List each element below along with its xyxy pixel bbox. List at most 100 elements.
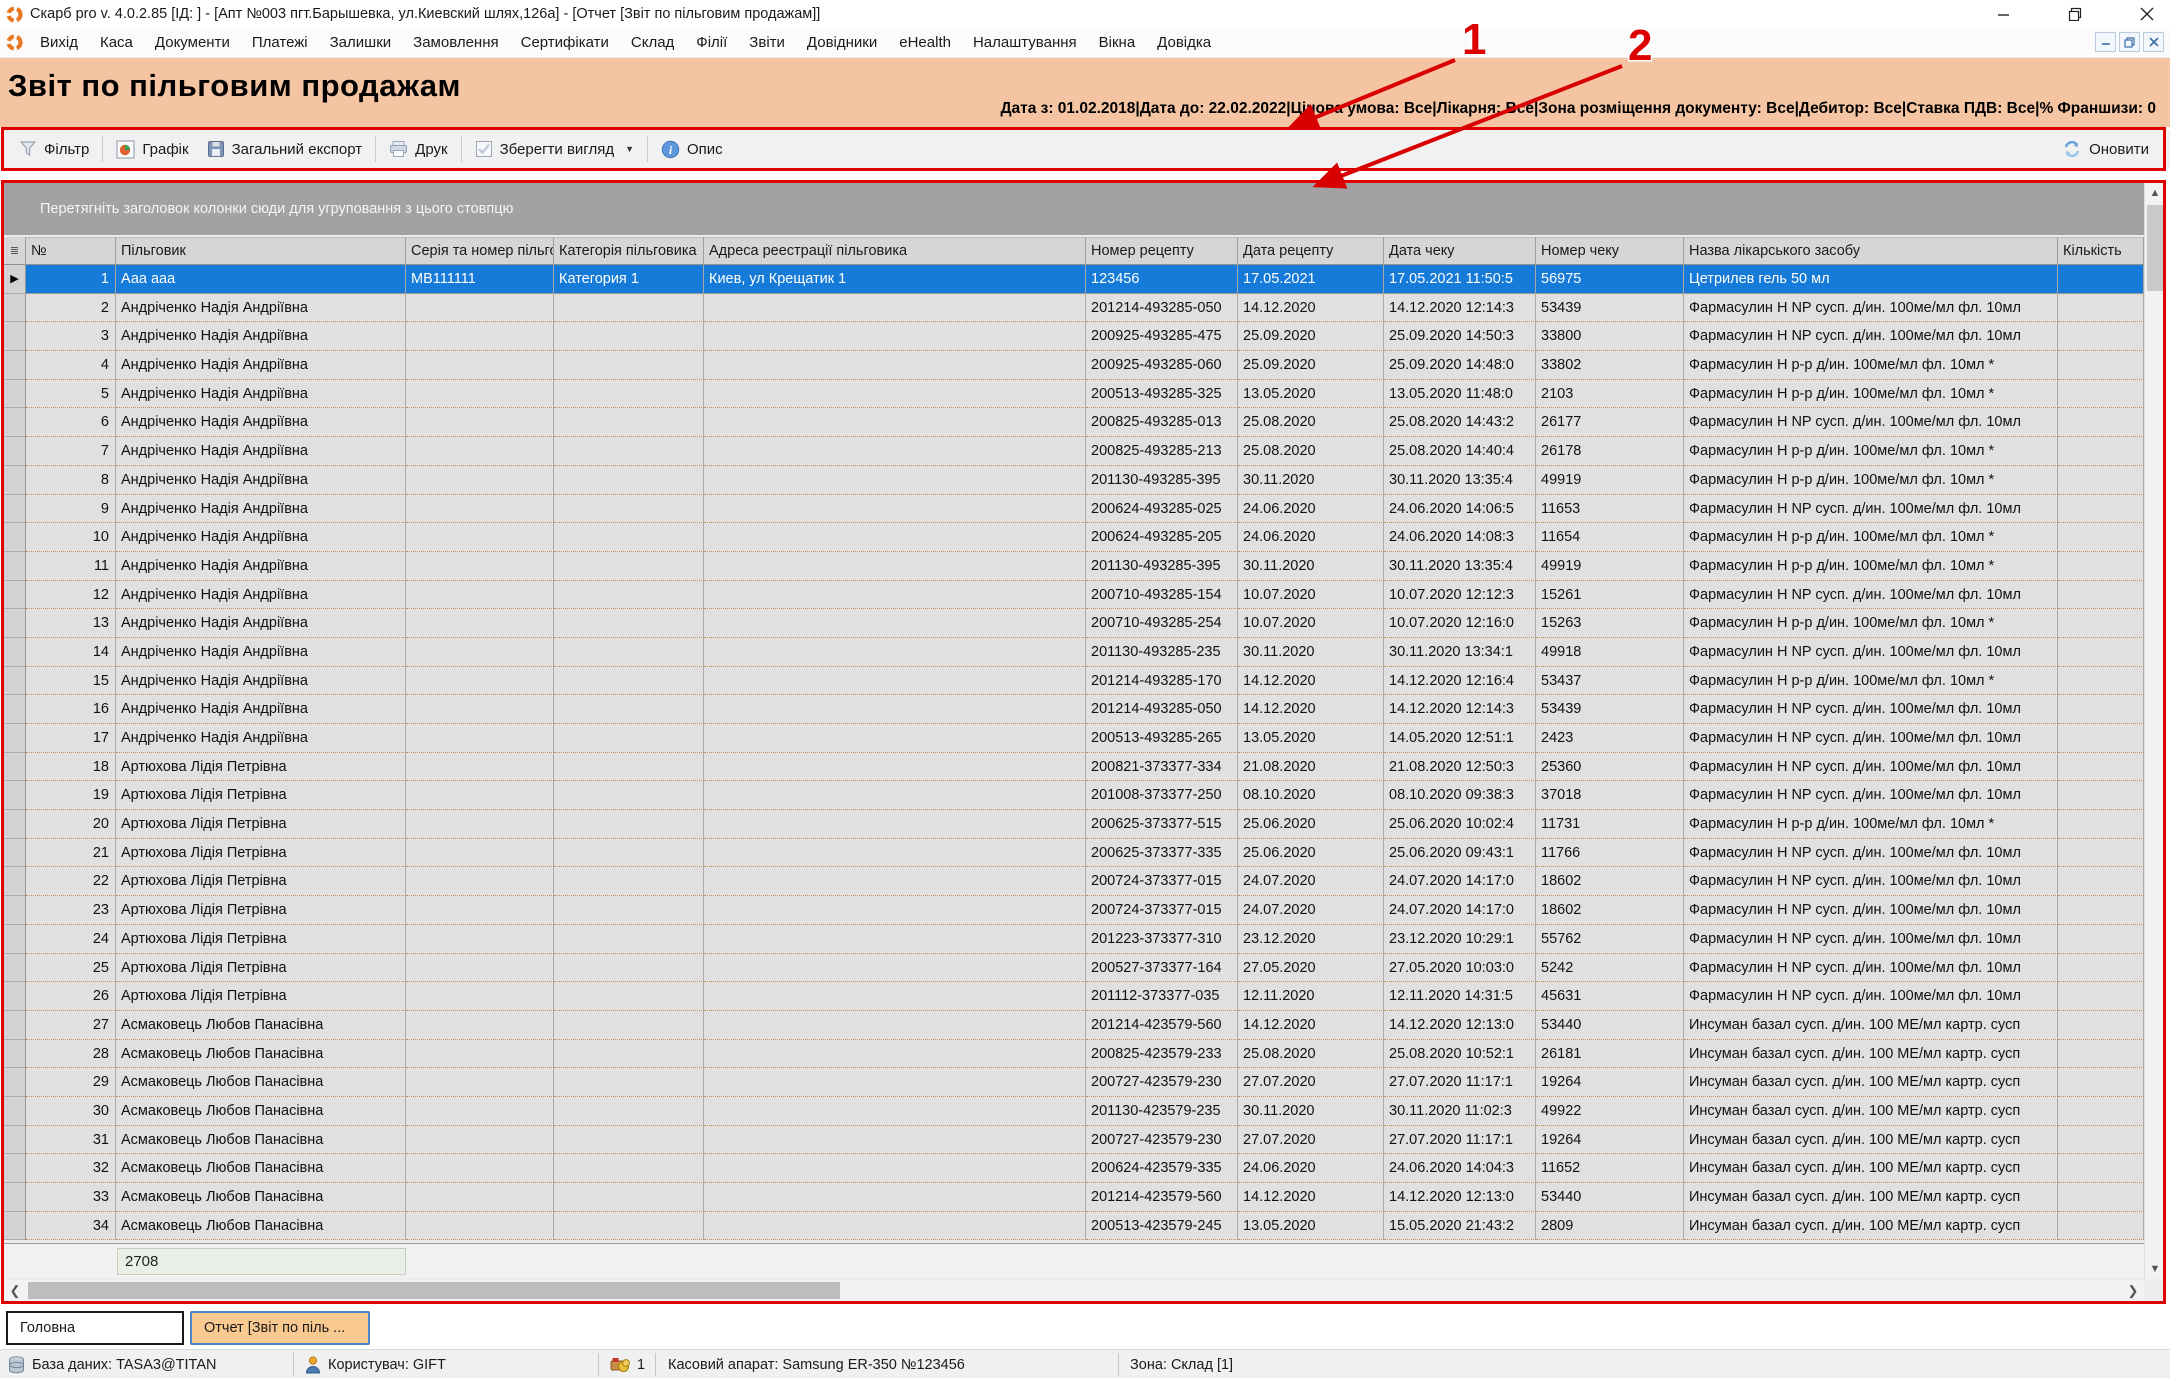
- mdi-close-icon[interactable]: [2143, 32, 2164, 52]
- table-row[interactable]: 32Асмаковець Любов Панасівна200624-42357…: [4, 1154, 2144, 1183]
- print-button[interactable]: Друк: [380, 134, 456, 164]
- menu-item-каса[interactable]: Каса: [89, 30, 144, 55]
- menu-item-замовлення[interactable]: Замовлення: [402, 30, 509, 55]
- table-row[interactable]: 27Асмаковець Любов Панасівна201214-42357…: [4, 1011, 2144, 1040]
- scroll-up-icon[interactable]: ▲: [2145, 183, 2165, 203]
- table-cell: [2058, 982, 2144, 1011]
- table-row[interactable]: 12Андріченко Надія Андріївна200710-49328…: [4, 581, 2144, 610]
- table-cell: 6: [26, 408, 116, 437]
- table-row[interactable]: 9Андріченко Надія Андріївна200624-493285…: [4, 495, 2144, 524]
- close-icon[interactable]: [2134, 3, 2160, 25]
- refresh-button[interactable]: Оновити: [2053, 134, 2158, 164]
- menu-item-склад[interactable]: Склад: [620, 30, 685, 55]
- table-row[interactable]: 2Андріченко Надія Андріївна201214-493285…: [4, 294, 2144, 323]
- menu-item-вікна[interactable]: Вікна: [1088, 30, 1147, 55]
- table-cell: 24.07.2020 14:17:0: [1384, 867, 1536, 896]
- restore-icon[interactable]: [2062, 3, 2088, 25]
- table-cell: [704, 380, 1086, 409]
- scroll-left-icon[interactable]: ❮: [4, 1280, 26, 1301]
- column-header[interactable]: Дата рецепту: [1238, 237, 1384, 265]
- menu-item-філії[interactable]: Філії: [685, 30, 738, 55]
- table-row[interactable]: 30Асмаковець Любов Панасівна201130-42357…: [4, 1097, 2144, 1126]
- table-cell: [704, 609, 1086, 638]
- menu-item-залишки[interactable]: Залишки: [319, 30, 403, 55]
- table-row[interactable]: 10Андріченко Надія Андріївна200624-49328…: [4, 523, 2144, 552]
- column-header[interactable]: №: [26, 237, 116, 265]
- menu-item-сертифікати[interactable]: Сертифікати: [510, 30, 620, 55]
- table-row[interactable]: 6Андріченко Надія Андріївна200825-493285…: [4, 408, 2144, 437]
- menu-item-платежі[interactable]: Платежі: [241, 30, 319, 55]
- table-row[interactable]: 29Асмаковець Любов Панасівна200727-42357…: [4, 1068, 2144, 1097]
- table-row[interactable]: 11Андріченко Надія Андріївна201130-49328…: [4, 552, 2144, 581]
- table-cell: [554, 495, 704, 524]
- table-row[interactable]: ▶1Ааа аааМВ111111Категория 1Киев, ул Кре…: [4, 265, 2144, 294]
- table-row[interactable]: 23Артюхова Лідія Петрівна200724-373377-0…: [4, 896, 2144, 925]
- vertical-scroll-thumb[interactable]: [2147, 205, 2163, 291]
- column-header[interactable]: Кількість: [2058, 237, 2144, 265]
- export-button[interactable]: Загальний експорт: [198, 134, 372, 164]
- table-cell: 21.08.2020 12:50:3: [1384, 753, 1536, 782]
- table-row[interactable]: 24Артюхова Лідія Петрівна201223-373377-3…: [4, 925, 2144, 954]
- table-row[interactable]: 7Андріченко Надія Андріївна200825-493285…: [4, 437, 2144, 466]
- toolbar-separator: [375, 136, 376, 162]
- table-row[interactable]: 17Андріченко Надія Андріївна200513-49328…: [4, 724, 2144, 753]
- table-row[interactable]: 8Андріченко Надія Андріївна201130-493285…: [4, 466, 2144, 495]
- column-header[interactable]: Дата чеку: [1384, 237, 1536, 265]
- table-cell: 27.07.2020 11:17:1: [1384, 1068, 1536, 1097]
- scroll-down-icon[interactable]: ▼: [2145, 1259, 2165, 1279]
- column-header[interactable]: Назва лікарського засобу: [1684, 237, 2058, 265]
- table-cell: 5: [26, 380, 116, 409]
- tab-home[interactable]: Головна: [6, 1311, 184, 1345]
- chevron-down-icon[interactable]: ▼: [625, 144, 634, 154]
- table-row[interactable]: 15Андріченко Надія Андріївна201214-49328…: [4, 667, 2144, 696]
- table-row[interactable]: 34Асмаковець Любов Панасівна200513-42357…: [4, 1212, 2144, 1241]
- menu-item-налаштування[interactable]: Налаштування: [962, 30, 1088, 55]
- table-row[interactable]: 4Андріченко Надія Андріївна200925-493285…: [4, 351, 2144, 380]
- column-header[interactable]: Категорія пільговика: [554, 237, 704, 265]
- table-cell: 53440: [1536, 1011, 1684, 1040]
- menu-item-вихід[interactable]: Вихід: [29, 30, 89, 55]
- mdi-restore-icon[interactable]: [2119, 32, 2140, 52]
- table-row[interactable]: 19Артюхова Лідія Петрівна201008-373377-2…: [4, 781, 2144, 810]
- group-by-panel[interactable]: Перетягніть заголовок колонки сюди для у…: [4, 183, 2164, 235]
- table-row[interactable]: 5Андріченко Надія Андріївна200513-493285…: [4, 380, 2144, 409]
- table-row[interactable]: 18Артюхова Лідія Петрівна200821-373377-3…: [4, 753, 2144, 782]
- table-row[interactable]: 22Артюхова Лідія Петрівна200724-373377-0…: [4, 867, 2144, 896]
- table-row[interactable]: 16Андріченко Надія Андріївна201214-49328…: [4, 695, 2144, 724]
- column-chooser-icon[interactable]: ≣: [4, 237, 26, 265]
- table-cell: 200625-373377-515: [1086, 810, 1238, 839]
- table-row[interactable]: 28Асмаковець Любов Панасівна200825-42357…: [4, 1040, 2144, 1069]
- table-row[interactable]: 33Асмаковець Любов Панасівна201214-42357…: [4, 1183, 2144, 1212]
- menu-item-довідка[interactable]: Довідка: [1146, 30, 1222, 55]
- table-row[interactable]: 31Асмаковець Любов Панасівна200727-42357…: [4, 1126, 2144, 1155]
- table-cell: 20: [26, 810, 116, 839]
- menu-item-звіти[interactable]: Звіти: [738, 30, 796, 55]
- menu-item-довідники[interactable]: Довідники: [796, 30, 888, 55]
- vertical-scrollbar[interactable]: ▲ ▼: [2144, 183, 2164, 1279]
- column-header[interactable]: Номер чеку: [1536, 237, 1684, 265]
- horizontal-scroll-thumb[interactable]: [28, 1282, 840, 1299]
- horizontal-scrollbar[interactable]: ❮ ❯: [4, 1280, 2144, 1301]
- save-view-button[interactable]: Зберегти вигляд ▼: [466, 134, 643, 164]
- table-row[interactable]: 21Артюхова Лідія Петрівна200625-373377-3…: [4, 839, 2144, 868]
- table-row[interactable]: 20Артюхова Лідія Петрівна200625-373377-5…: [4, 810, 2144, 839]
- menu-item-документи[interactable]: Документи: [144, 30, 241, 55]
- table-row[interactable]: 13Андріченко Надія Андріївна200710-49328…: [4, 609, 2144, 638]
- chart-button[interactable]: Графік: [107, 134, 197, 164]
- tab-report[interactable]: Отчет [Звіт по піль ...: [190, 1311, 370, 1345]
- filter-button[interactable]: Фільтр: [10, 134, 98, 164]
- table-row[interactable]: 14Андріченко Надія Андріївна201130-49328…: [4, 638, 2144, 667]
- column-header[interactable]: Серія та номер пільговика: [406, 237, 554, 265]
- table-row[interactable]: 3Андріченко Надія Андріївна200925-493285…: [4, 322, 2144, 351]
- column-header[interactable]: Пільговик: [116, 237, 406, 265]
- menu-item-ehealth[interactable]: eHealth: [888, 30, 962, 55]
- table-row[interactable]: 26Артюхова Лідія Петрівна201112-373377-0…: [4, 982, 2144, 1011]
- table-cell: 10.07.2020 12:12:3: [1384, 581, 1536, 610]
- description-button[interactable]: i Опис: [652, 134, 732, 164]
- column-header[interactable]: Адреса реестрації пільговика: [704, 237, 1086, 265]
- table-row[interactable]: 25Артюхова Лідія Петрівна200527-373377-1…: [4, 954, 2144, 983]
- minimize-icon[interactable]: [1990, 3, 2016, 25]
- mdi-minimize-icon[interactable]: [2095, 32, 2116, 52]
- scroll-right-icon[interactable]: ❯: [2122, 1280, 2144, 1301]
- column-header[interactable]: Номер рецепту: [1086, 237, 1238, 265]
